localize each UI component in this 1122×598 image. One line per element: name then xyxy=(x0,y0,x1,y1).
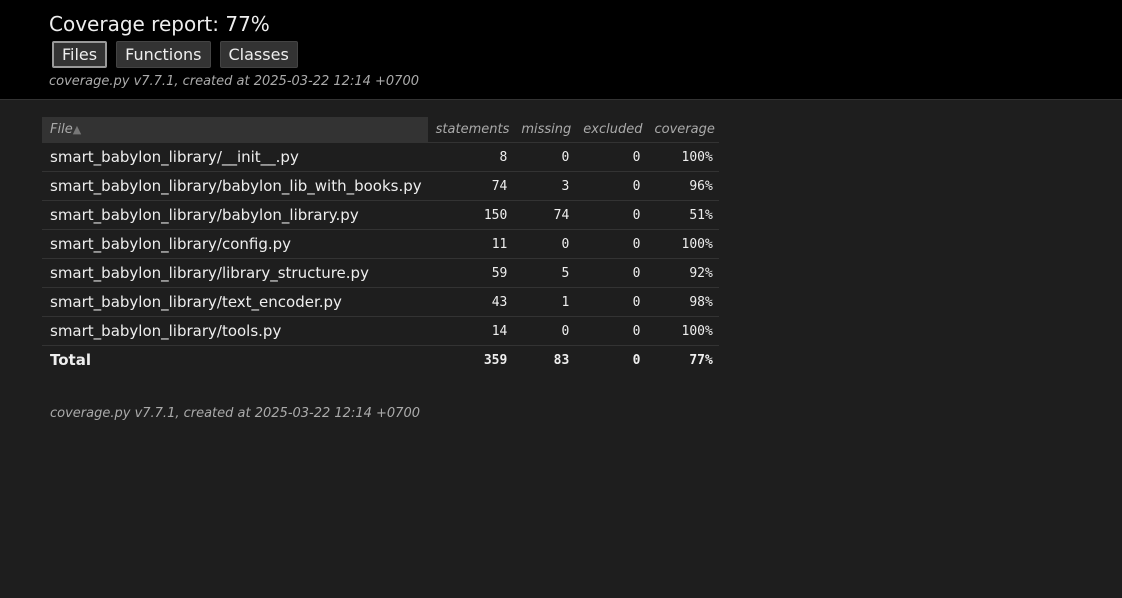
tab-functions[interactable]: Functions xyxy=(116,41,211,68)
missing-cell: 0 xyxy=(513,142,576,172)
footer-generator-info: coverage.py v7.7.1, created at 2025-03-2… xyxy=(50,406,420,421)
missing-cell: 3 xyxy=(513,171,576,201)
column-header-statements[interactable]: statements xyxy=(428,117,514,143)
missing-cell: 0 xyxy=(513,229,576,259)
total-coverage: 77% xyxy=(646,345,719,374)
total-excluded: 0 xyxy=(575,345,647,374)
table-row: smart_babylon_library/config.py 11 0 0 1… xyxy=(42,229,719,259)
table-row: smart_babylon_library/babylon_lib_with_b… xyxy=(42,171,719,201)
file-link[interactable]: smart_babylon_library/babylon_library.py xyxy=(50,206,359,224)
file-link[interactable]: smart_babylon_library/config.py xyxy=(50,235,291,253)
tab-classes[interactable]: Classes xyxy=(219,41,298,68)
statements-cell: 74 xyxy=(427,171,514,201)
file-link[interactable]: smart_babylon_library/tools.py xyxy=(50,322,281,340)
table-row: smart_babylon_library/tools.py 14 0 0 10… xyxy=(42,316,719,346)
missing-cell: 5 xyxy=(513,258,576,288)
statements-cell: 59 xyxy=(427,258,514,288)
coverage-cell: 100% xyxy=(646,142,719,172)
file-cell: smart_babylon_library/library_structure.… xyxy=(42,258,428,288)
coverage-table: File▲ statements missing excluded covera… xyxy=(42,117,719,374)
column-header-coverage[interactable]: coverage xyxy=(646,117,718,143)
missing-cell: 1 xyxy=(513,287,576,317)
excluded-cell: 0 xyxy=(575,142,647,172)
file-link[interactable]: smart_babylon_library/__init__.py xyxy=(50,148,299,166)
table-row: smart_babylon_library/library_structure.… xyxy=(42,258,719,288)
excluded-cell: 0 xyxy=(575,316,647,346)
file-cell: smart_babylon_library/text_encoder.py xyxy=(42,287,428,317)
column-header-file[interactable]: File▲ xyxy=(42,117,428,143)
file-link[interactable]: smart_babylon_library/library_structure.… xyxy=(50,264,369,282)
missing-cell: 74 xyxy=(513,200,576,230)
column-header-file-label: File xyxy=(50,122,73,137)
file-cell: smart_babylon_library/babylon_library.py xyxy=(42,200,428,230)
column-header-missing[interactable]: missing xyxy=(513,117,575,143)
statements-cell: 43 xyxy=(427,287,514,317)
excluded-cell: 0 xyxy=(575,200,647,230)
excluded-cell: 0 xyxy=(575,229,647,259)
file-link[interactable]: smart_babylon_library/babylon_lib_with_b… xyxy=(50,177,422,195)
statements-cell: 11 xyxy=(427,229,514,259)
file-cell: smart_babylon_library/__init__.py xyxy=(42,142,428,172)
statements-cell: 150 xyxy=(427,200,514,230)
table-row: smart_babylon_library/text_encoder.py 43… xyxy=(42,287,719,317)
table-row: smart_babylon_library/babylon_library.py… xyxy=(42,200,719,230)
coverage-cell: 98% xyxy=(646,287,719,317)
view-tabs: Files Functions Classes xyxy=(49,41,1122,68)
total-missing: 83 xyxy=(513,345,576,374)
column-header-excluded[interactable]: excluded xyxy=(575,117,646,143)
coverage-cell: 96% xyxy=(646,171,719,201)
statements-cell: 14 xyxy=(427,316,514,346)
file-cell: smart_babylon_library/tools.py xyxy=(42,316,428,346)
tab-files[interactable]: Files xyxy=(52,41,108,68)
file-link[interactable]: smart_babylon_library/text_encoder.py xyxy=(50,293,342,311)
statements-cell: 8 xyxy=(427,142,514,172)
excluded-cell: 0 xyxy=(575,171,647,201)
missing-cell: 0 xyxy=(513,316,576,346)
excluded-cell: 0 xyxy=(575,287,647,317)
sort-ascending-icon: ▲ xyxy=(72,123,82,136)
coverage-cell: 92% xyxy=(646,258,719,288)
total-row: Total 359 83 0 77% xyxy=(42,345,719,374)
file-cell: smart_babylon_library/babylon_lib_with_b… xyxy=(42,171,428,201)
table-header-row: File▲ statements missing excluded covera… xyxy=(42,117,719,143)
table-row: smart_babylon_library/__init__.py 8 0 0 … xyxy=(42,142,719,172)
page-title: Coverage report: 77% xyxy=(49,12,270,36)
coverage-cell: 100% xyxy=(646,316,719,346)
coverage-cell: 100% xyxy=(646,229,719,259)
total-label: Total xyxy=(42,345,428,374)
total-statements: 359 xyxy=(427,345,514,374)
file-cell: smart_babylon_library/config.py xyxy=(42,229,428,259)
report-header: Coverage report: 77% Files Functions Cla… xyxy=(0,0,1122,100)
excluded-cell: 0 xyxy=(575,258,647,288)
report-main: File▲ statements missing excluded covera… xyxy=(0,100,1122,374)
generator-info: coverage.py v7.7.1, created at 2025-03-2… xyxy=(49,74,419,89)
coverage-cell: 51% xyxy=(646,200,719,230)
